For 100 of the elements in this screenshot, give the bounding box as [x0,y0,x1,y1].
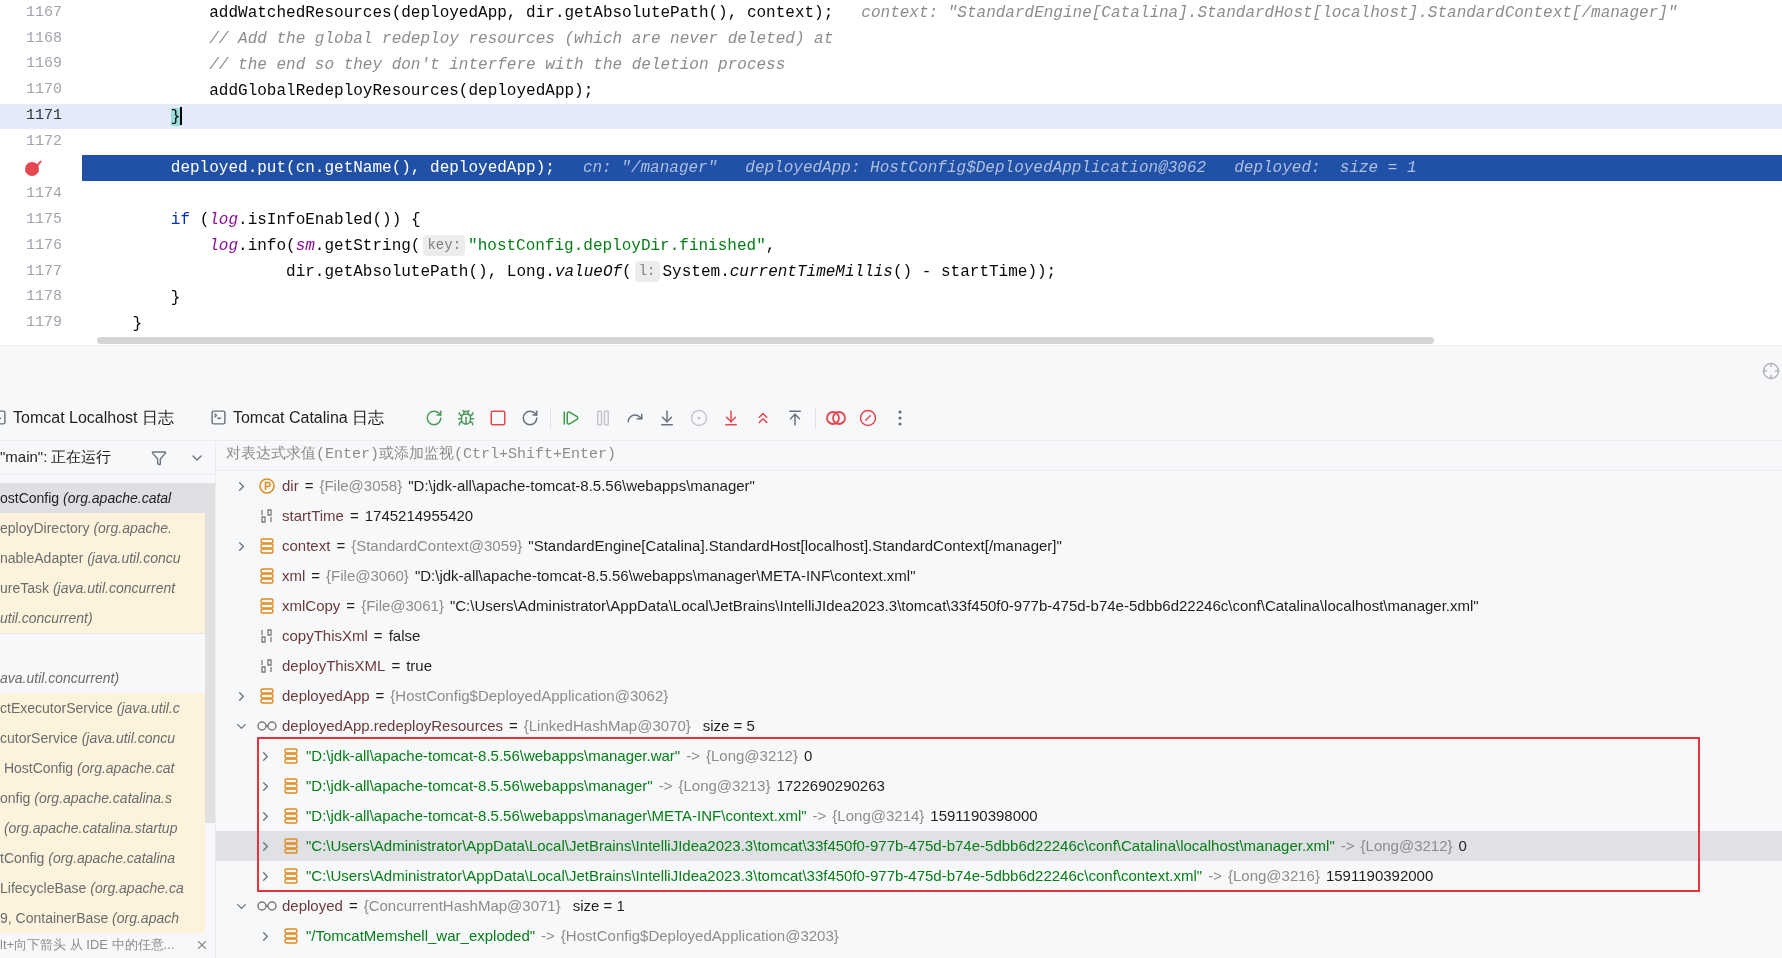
line-number: 1177 [26,261,62,282]
tree-row[interactable]: copyThisXml = false [216,621,1782,651]
object-icon [260,688,274,704]
tree-row[interactable]: deployedApp.redeployResources = {LinkedHashMap@3070} size = 5 [216,711,1782,741]
variable-value: size = 5 [702,715,755,736]
variable-name: startTime [282,505,344,526]
tree-row[interactable]: xml = {File@3060} "D:\jdk-all\apache-tomcat-8.5.56\webapps\manager\META-INF\context.xml" [216,561,1782,591]
code-text: log.info(sm.getString( [208,235,421,257]
stack-frame[interactable]: tConfig (org.apache.catalina [0,843,205,873]
equals-sign: = [391,655,401,676]
stack-frame[interactable]: nableAdapter (java.util.concu [0,543,205,573]
variable-name: deployedApp.redeployResources [282,715,503,736]
console-icon [209,409,227,426]
map-key: "D:\jdk-all\apache-tomcat-8.5.56\webapps\manager" [306,774,653,798]
arrow-sign: -> [812,805,827,826]
code-text: deployed.put(cn.getName(), deployedApp); [169,158,555,180]
tree-row[interactable]: deployThisXML = true [216,651,1782,681]
primitive-icon [260,628,274,644]
variable-value: true [406,655,432,676]
object-icon [284,868,298,884]
primitive-icon [260,658,274,674]
inline-value: deployedApp: HostConfig$DeployedApplication@3062 [745,158,1207,180]
stack-frame[interactable]: ureTask (java.util.concurrent [0,573,205,603]
object-icon [284,808,298,824]
variable-value: "D:\jdk-all\apache-tomcat-8.5.56\webapps\manager" [408,475,755,496]
arrow-sign: -> [1208,865,1222,886]
tree-row[interactable]: dir = {File@3058} "D:\jdk-all\apache-tomcat-8.5.56\webapps\manager" [216,471,1782,501]
stack-frame[interactable]: ostConfig (org.apache.catal [0,483,205,513]
variable-name: deployedApp [282,685,370,706]
stack-frame[interactable]: eployDirectory (org.apache. [0,513,205,543]
inline-value: context: "StandardEngine[Catalina].StandardHost[localhost].StandardContext[/manager]" [861,2,1678,24]
type-label: {ConcurrentHashMap@3071} [363,895,561,916]
stack-frame[interactable]: cutorService (java.util.concu [0,723,205,753]
tree-row[interactable]: "C:\Users\Administrator\AppData\Local\JetBrains\IntelliJIdea2023.3\tomcat\33f450f0-977b-475d-b74e-5dbb6d22246c\conf\Catalina\localhost\manager.xml" -> {Long@3212} 0 [216,831,1782,861]
arrow-sign: -> [1340,835,1355,856]
tree-row[interactable]: startTime = 1745214955420 [216,501,1782,531]
close-icon[interactable] [195,938,209,952]
thread-label[interactable]: "main": 正在运行 [0,446,112,469]
parameter-icon [259,478,275,494]
stack-frame[interactable]: LifecycleBase (org.apache.ca [0,873,205,903]
breakpoint-icon[interactable] [24,159,42,178]
stop-icon [489,408,508,427]
equals-sign: = [375,685,385,706]
inline-value: deployed: size = 1 [1234,158,1417,180]
filter-icon[interactable] [151,449,167,466]
object-icon [284,778,298,794]
equals-sign: = [509,715,518,736]
line-number: 1176 [26,235,62,256]
variable-value: 1722690290263 [776,775,885,796]
equals-sign: = [336,535,346,556]
tree-row[interactable]: "/TomcatMemshell_war_exploded" -> {HostConfig$DeployedApplication@3203} [216,921,1782,951]
stack-frame[interactable]: 9, ContainerBase (org.apach [0,903,205,933]
dotted-circle-icon [690,408,709,427]
type-label: {File@3058} [319,475,403,496]
map-key: "D:\jdk-all\apache-tomcat-8.5.56\webapps\manager\META-INF\context.xml" [306,804,807,828]
variable-name: deployThisXML [282,655,386,676]
equals-sign: = [348,895,358,916]
variable-value: "D:\jdk-all\apache-tomcat-8.5.56\webapps\manager\META-INF\context.xml" [414,565,916,586]
line-number: 1171 [26,106,62,127]
variable-value: size = 1 [572,895,625,916]
tree-row[interactable]: "D:\jdk-all\apache-tomcat-8.5.56\webapps\manager.war" -> {Long@3212} 0 [216,741,1782,771]
stack-frame[interactable]: HostConfig (org.apache.cat [0,753,205,783]
equals-sign: = [346,595,356,616]
tree-row[interactable]: "D:\jdk-all\apache-tomcat-8.5.56\webapps\manager" -> {Long@3213} 1722690290263 [216,771,1782,801]
variable-name: xmlCopy [282,595,341,616]
tree-row[interactable]: "D:\jdk-all\apache-tomcat-8.5.56\webapps\manager\META-INF\context.xml" -> {Long@3214} 1591190398000 [216,801,1782,831]
stack-frame[interactable]: util.concurrent) [0,603,205,633]
console-tab[interactable]: Tomcat Localhost 日志 [0,395,174,440]
stack-frame[interactable]: onfig (org.apache.catalina.s [0,783,205,813]
object-icon [284,748,298,764]
variable-value: 0 [803,745,813,766]
tree-row[interactable]: xmlCopy = {File@3061} "C:\Users\Administrator\AppData\Local\JetBrains\IntelliJIdea2023.3\tomcat\33f450f0-977b-475d-b74e-5dbb6d22246c\conf\Catalina\localhost\manager.xml" [216,591,1782,621]
scrollbar-thumb[interactable] [205,483,215,823]
code-text: if (log.isInfoEnabled()) { [169,210,421,232]
stack-frame[interactable]: (org.apache.catalina.startup [0,813,205,843]
tree-row[interactable]: deployedApp = {HostConfig$DeployedApplication@3062} [216,681,1782,711]
code-comment: // the end so they don't interfere with the deletion process [208,54,786,76]
console-tab[interactable]: Tomcat Catalina 日志 [209,395,385,440]
variable-value: "C:\Users\Administrator\AppData\Local\JetBrains\IntelliJIdea2023.3\tomcat\33f450f0-977b-475d-b74e-5dbb6d22246c\conf\Catalina\localhost\manager.xml" [449,595,1479,616]
stack-frame[interactable]: ctExecutorService (java.util.c [0,693,205,723]
object-icon [260,568,274,584]
line-number: 1179 [26,313,62,334]
code-text: addGlobalRedeployResources(deployedApp); [208,80,594,102]
variable-value: 1745214955420 [364,505,474,526]
arrow-sign: -> [541,925,555,946]
variable-value: 1591190398000 [930,805,1038,826]
horizontal-scrollbar[interactable] [97,337,1434,344]
map-key: "/TomcatMemshell_war_exploded" [306,924,536,948]
code-text: } [169,106,183,128]
tree-row[interactable]: "C:\Users\Administrator\AppData\Local\JetBrains\IntelliJIdea2023.3\tomcat\33f450f0-977b-475d-b74e-5dbb6d22246c\conf\context.xml" -> {Long@3216} 1591190392000 [216,861,1782,891]
variable-value: 1591190392000 [1325,865,1434,886]
type-label: {Long@3214} [832,805,925,826]
tree-row[interactable]: context = {StandardContext@3059} "StandardEngine[Catalina].StandardHost[localhost].StandardContext[/manager]" [216,531,1782,561]
inline-value: cn: "/manager" [582,158,718,180]
evaluate-field[interactable]: 对表达式求值(Enter)或添加监视(Ctrl+Shift+Enter) [226,444,1782,467]
type-label: {File@3061} [361,595,444,616]
variable-name: context [282,535,331,556]
tree-row[interactable]: deployed = {ConcurrentHashMap@3071} size = 1 [216,891,1782,921]
type-label: {HostConfig$DeployedApplication@3203} [560,925,839,946]
line-number: 1175 [26,209,62,230]
